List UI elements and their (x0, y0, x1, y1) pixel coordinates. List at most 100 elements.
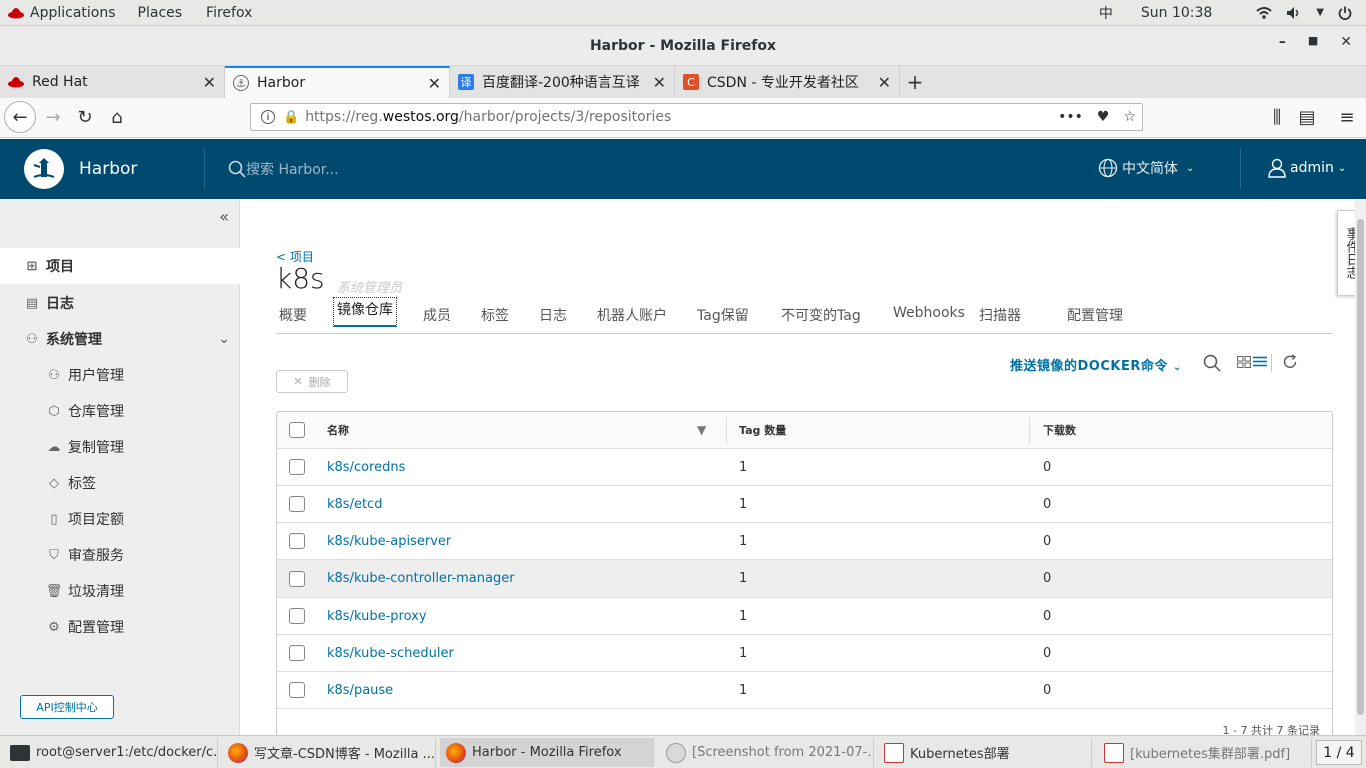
library-icon[interactable]: ⫼ (1262, 102, 1292, 132)
url-bar[interactable]: i 🔒 https://reg.westos.org/harbor/projec… (250, 103, 1143, 131)
sidebar-item-administration[interactable]: ⚇ 系统管理 ⌄ (24, 329, 230, 349)
info-icon[interactable]: i (261, 110, 275, 124)
insecure-lock-icon[interactable]: 🔒 (283, 110, 299, 125)
collapse-sidebar-icon[interactable]: « (219, 207, 229, 226)
repository-link[interactable]: k8s/etcd (327, 497, 382, 512)
repository-link[interactable]: k8s/kube-apiserver (327, 534, 451, 549)
sidebar-item-logs[interactable]: ▤ 日志 (24, 293, 74, 313)
close-tab-icon[interactable]: ✕ (203, 73, 216, 92)
list-view-icon[interactable] (1253, 356, 1267, 368)
table-row[interactable]: k8s/coredns 1 0 (277, 449, 1332, 486)
bookmark-star-icon[interactable]: ☆ (1123, 109, 1136, 125)
sidebar-item-projects[interactable]: ⊞ 项目 (0, 248, 240, 284)
tab-members[interactable]: 成员 (423, 305, 451, 325)
tab-configuration[interactable]: 配置管理 (1067, 305, 1123, 325)
minimize-icon[interactable]: – (1279, 34, 1286, 50)
sidebar-item-registries[interactable]: ⬡ 仓库管理 (46, 401, 124, 421)
taskbar-item-harbor-firefox[interactable]: Harbor - Mozilla Firefox (440, 738, 654, 767)
scrollbar-thumb[interactable] (1357, 219, 1364, 715)
clock[interactable]: Sun 10:38 (1141, 5, 1212, 21)
repository-link[interactable]: k8s/kube-scheduler (327, 646, 454, 661)
user-menu[interactable]: admin ⌄ (1268, 158, 1346, 178)
search-icon[interactable] (1203, 354, 1221, 372)
tab-scanner[interactable]: 扫描器 (979, 305, 1021, 325)
sidebar-item-quotas[interactable]: ▯ 项目定额 (46, 509, 124, 529)
browser-tab-redhat[interactable]: Red Hat ✕ (0, 66, 225, 98)
system-menu-chevron-icon[interactable]: ▼ (1316, 7, 1324, 18)
repository-link[interactable]: k8s/coredns (327, 460, 405, 475)
firefox-menu[interactable]: Firefox (206, 5, 252, 21)
browser-tab-csdn[interactable]: C CSDN - 专业开发者社区 ✕ (675, 66, 900, 98)
tab-tag-retention[interactable]: Tag保留 (697, 305, 749, 325)
row-checkbox[interactable] (289, 645, 305, 661)
sidebar-item-labels[interactable]: ◇ 标签 (46, 473, 96, 493)
taskbar-item-csdn-firefox[interactable]: 写文章-CSDN博客 - Mozilla ... (222, 738, 436, 767)
tab-labels[interactable]: 标签 (481, 305, 509, 325)
new-tab-icon[interactable]: + (900, 66, 930, 98)
close-tab-icon[interactable]: ✕ (878, 73, 891, 92)
table-row[interactable]: k8s/kube-controller-manager 1 0 (277, 560, 1332, 598)
tab-summary[interactable]: 概要 (279, 305, 307, 325)
forward-arrow-icon[interactable]: → (38, 102, 68, 132)
home-icon[interactable]: ⌂ (102, 102, 132, 132)
tab-webhooks[interactable]: Webhooks (893, 305, 965, 321)
push-command-dropdown[interactable]: 推送镜像的DOCKER命令 ⌄ (1010, 355, 1182, 374)
repository-link[interactable]: k8s/pause (327, 683, 393, 698)
delete-button[interactable]: ✕ 删除 (276, 370, 348, 393)
column-divider[interactable] (1029, 417, 1030, 444)
ime-indicator[interactable]: 中 (1099, 3, 1113, 23)
sidebar-item-user-management[interactable]: ⚇ 用户管理 (46, 365, 124, 385)
reload-icon[interactable]: ↻ (70, 102, 100, 132)
row-checkbox[interactable] (289, 459, 305, 475)
tab-repositories[interactable]: 镜像仓库 (333, 297, 397, 327)
card-view-icon[interactable] (1237, 356, 1251, 368)
taskbar-item-pdf[interactable]: [kubernetes集群部署.pdf] (1098, 738, 1312, 767)
taskbar-item-kubernetes-doc[interactable]: Kubernetes部署 (878, 738, 1092, 767)
select-all-checkbox[interactable] (289, 422, 305, 438)
table-row[interactable]: k8s/kube-scheduler 1 0 (277, 635, 1332, 672)
header-downloads[interactable]: 下载数 (1043, 422, 1076, 438)
pocket-icon[interactable]: ♥ (1097, 109, 1110, 125)
taskbar-item-screenshot[interactable]: [Screenshot from 2021-07-... (660, 738, 874, 767)
table-row[interactable]: k8s/kube-apiserver 1 0 (277, 523, 1332, 560)
hamburger-menu-icon[interactable]: ≡ (1332, 102, 1362, 132)
page-actions-icon[interactable]: ••• (1058, 109, 1083, 125)
table-row[interactable]: k8s/pause 1 0 (277, 672, 1332, 709)
table-row[interactable]: k8s/etcd 1 0 (277, 486, 1332, 523)
header-tag-count[interactable]: Tag 数量 (739, 422, 786, 438)
sidebar-item-configuration[interactable]: ⚙ 配置管理 (46, 617, 124, 637)
refresh-icon[interactable] (1282, 354, 1298, 370)
tab-immutable-tags[interactable]: 不可变的Tag (781, 305, 861, 325)
repository-link[interactable]: k8s/kube-controller-manager (327, 571, 515, 586)
harbor-search[interactable]: 搜索 Harbor... (228, 159, 339, 179)
filter-icon[interactable]: ▼ (697, 423, 706, 437)
places-menu[interactable]: Places (138, 5, 183, 21)
header-name[interactable]: 名称 (327, 422, 349, 438)
back-arrow-icon[interactable]: ← (4, 101, 36, 133)
repository-link[interactable]: k8s/kube-proxy (327, 609, 427, 624)
wifi-icon[interactable] (1256, 6, 1272, 20)
harbor-app-name[interactable]: Harbor (79, 159, 137, 179)
close-tab-icon[interactable]: ✕ (653, 73, 666, 92)
row-checkbox[interactable] (289, 496, 305, 512)
column-divider[interactable] (726, 417, 727, 444)
applications-menu[interactable]: Applications (8, 5, 116, 21)
maximize-icon[interactable]: ■ (1308, 34, 1318, 50)
sidebar-icon[interactable]: ▤ (1292, 102, 1322, 132)
taskbar-item-terminal[interactable]: root@server1:/etc/docker/c... (4, 738, 218, 767)
tab-logs[interactable]: 日志 (539, 305, 567, 325)
power-icon[interactable] (1338, 6, 1352, 20)
volume-icon[interactable] (1286, 6, 1302, 20)
harbor-logo-icon[interactable] (24, 149, 64, 189)
language-selector[interactable]: 中文简体 ⌄ (1098, 158, 1194, 178)
sidebar-item-interrogation-services[interactable]: ⛉ 审查服务 (46, 545, 124, 565)
table-row[interactable]: k8s/kube-proxy 1 0 (277, 598, 1332, 635)
page-scrollbar[interactable] (1355, 199, 1366, 735)
browser-tab-baidu-translate[interactable]: 译 百度翻译-200种语言互译 ✕ (450, 66, 675, 98)
row-checkbox[interactable] (289, 570, 305, 587)
close-tab-icon[interactable]: ✕ (428, 74, 441, 93)
sidebar-item-garbage-collection[interactable]: 🗑 垃圾清理 (46, 581, 124, 601)
row-checkbox[interactable] (289, 533, 305, 549)
row-checkbox[interactable] (289, 682, 305, 698)
close-window-icon[interactable]: ✕ (1340, 34, 1352, 50)
